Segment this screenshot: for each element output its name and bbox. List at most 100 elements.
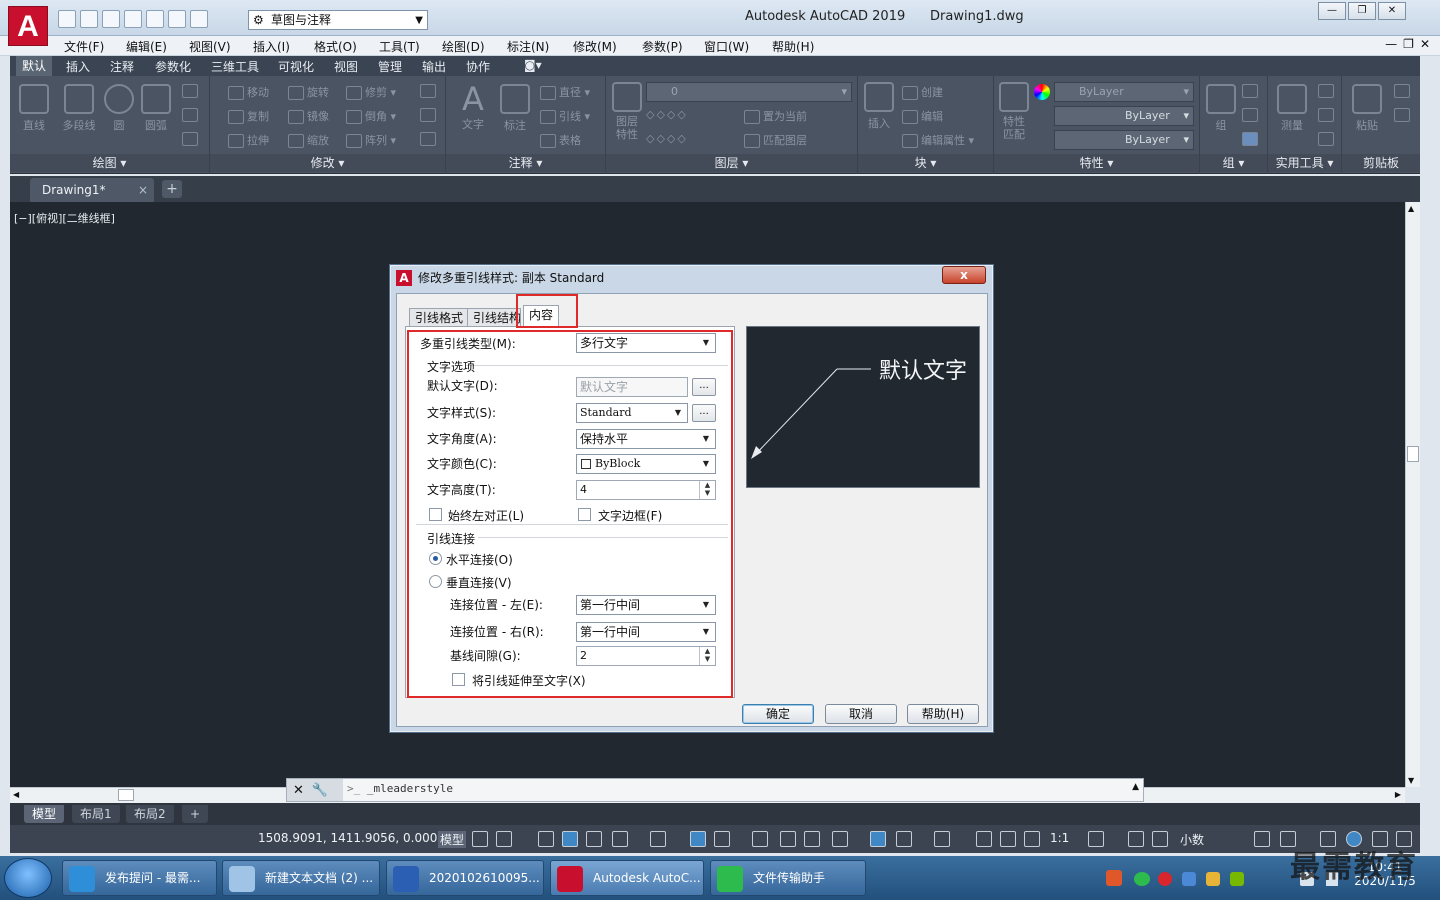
taskbar-item-browser[interactable]: 发布提问 - 最需... [62, 860, 217, 896]
workspace-select[interactable]: ⚙ 草图与注释 ▼ [248, 10, 428, 30]
match-layer-button[interactable]: 匹配图层 [744, 132, 807, 148]
panel-annotation-title[interactable]: 注释 ▾ [446, 154, 605, 172]
grid-icon[interactable] [472, 831, 488, 847]
viewport-controls[interactable]: [−][俯视][二维线框] [14, 210, 115, 226]
mirror-button[interactable]: 镜像 [288, 108, 329, 124]
tab-3d-tools[interactable]: 三维工具 [211, 58, 259, 75]
infer-icon[interactable] [538, 831, 554, 847]
annotation-monitor-icon[interactable] [1128, 831, 1144, 847]
menu-window[interactable]: 窗口(W) [704, 38, 749, 55]
polyline-button[interactable]: 多段线 [56, 84, 102, 133]
dynamic-input-icon[interactable] [562, 831, 578, 847]
tab-default[interactable]: 默认 [16, 56, 53, 76]
print-icon[interactable] [146, 10, 164, 28]
menu-file[interactable]: 文件(F) [64, 38, 104, 55]
layout-tab-layout1[interactable]: 布局1 [72, 805, 120, 823]
command-input[interactable]: >_ _mleaderstyle [347, 782, 453, 795]
scroll-up-icon[interactable]: ▲ [1408, 204, 1414, 213]
menu-tools[interactable]: 工具(T) [379, 38, 420, 55]
insert-block-button[interactable]: 插入 [862, 82, 896, 131]
tab-parametric[interactable]: 参数化 [155, 58, 191, 75]
text-button[interactable]: A 文字 [456, 82, 490, 132]
annotation-visibility-icon[interactable] [976, 831, 992, 847]
menu-draw[interactable]: 绘图(D) [442, 38, 485, 55]
ortho-icon[interactable] [586, 831, 602, 847]
nvidia-icon[interactable] [1230, 872, 1244, 886]
edit-attributes-button[interactable]: 编辑属性 ▾ [902, 132, 974, 148]
create-block-button[interactable]: 创建 [902, 84, 943, 100]
tab-leader-structure[interactable]: 引线结构 [467, 308, 521, 327]
color-combo[interactable]: ByLayer ▾ [1054, 82, 1194, 102]
layout-tab-model[interactable]: 模型 [24, 805, 65, 823]
ribbon-options-icon[interactable]: ◙▾ [524, 58, 542, 72]
maximize-button[interactable]: ❐ [1348, 2, 1376, 20]
quick-select-icon[interactable] [1318, 108, 1337, 122]
selection-filter-icon[interactable] [896, 831, 912, 847]
tab-leader-format[interactable]: 引线格式 [409, 308, 470, 327]
layer-tools-row2[interactable]: ◇◇◇◇ [646, 132, 688, 145]
menu-dimension[interactable]: 标注(N) [507, 38, 549, 55]
doc-tab-drawing1[interactable]: Drawing1* × [30, 178, 154, 202]
panel-modify-title[interactable]: 修改 ▾ [210, 154, 445, 172]
trim-button[interactable]: 修剪 ▾ [346, 84, 396, 100]
lineweight-combo[interactable]: ByLayer ▾ [1054, 130, 1194, 150]
edit-block-button[interactable]: 编辑 [902, 108, 943, 124]
move-button[interactable]: 移动 [228, 84, 269, 100]
minimize-button[interactable]: — [1318, 2, 1346, 20]
id-point-icon[interactable] [1318, 132, 1337, 146]
cut-icon[interactable] [1394, 84, 1413, 98]
units-icon[interactable] [1152, 831, 1168, 847]
calculator-icon[interactable] [1318, 84, 1337, 98]
coordinates-readout[interactable]: 1508.9091, 1411.9056, 0.0000 [258, 831, 445, 845]
redo-icon[interactable] [190, 10, 208, 28]
3d-osnap-icon[interactable] [832, 831, 848, 847]
horizontal-scroll-thumb[interactable] [118, 789, 134, 801]
offset-icon[interactable] [420, 132, 439, 146]
doc-tab-close-icon[interactable]: × [138, 178, 148, 202]
tab-visualize[interactable]: 可视化 [278, 58, 314, 75]
scale-readout[interactable]: 1:1 [1050, 831, 1069, 845]
menu-parametric[interactable]: 参数(P) [642, 38, 683, 55]
doc-minimize-button[interactable]: — [1385, 37, 1397, 51]
tab-annotate[interactable]: 注释 [110, 58, 134, 75]
menu-view[interactable]: 视图(V) [189, 38, 231, 55]
tab-output[interactable]: 输出 [422, 58, 446, 75]
fillet-button[interactable]: 倒角 ▾ [346, 108, 396, 124]
paste-button[interactable]: 粘贴 [1350, 84, 1384, 133]
explode-icon[interactable] [420, 108, 439, 122]
scale-button[interactable]: 缩放 [288, 132, 329, 148]
save-icon[interactable] [102, 10, 120, 28]
input-method-icon[interactable] [1106, 870, 1122, 886]
copy-clip-icon[interactable] [1394, 108, 1413, 122]
scroll-down-icon[interactable]: ▼ [1408, 776, 1414, 785]
taskbar-item-autocad[interactable]: Autodesk AutoC... [550, 860, 704, 896]
table-button[interactable]: 表格 [540, 132, 581, 148]
add-layout-button[interactable]: + [182, 805, 209, 823]
taskbar-item-word[interactable]: 2020102610095... [386, 860, 544, 896]
model-space-button[interactable]: 模型 [438, 831, 467, 848]
object-track-icon[interactable] [690, 831, 706, 847]
region-icon[interactable] [182, 132, 201, 146]
doc-close-button[interactable]: ✕ [1420, 37, 1430, 51]
menu-edit[interactable]: 编辑(E) [126, 38, 167, 55]
snap-icon[interactable] [496, 831, 512, 847]
menu-modify[interactable]: 修改(M) [573, 38, 617, 55]
tab-view[interactable]: 视图 [334, 58, 358, 75]
save-as-icon[interactable] [124, 10, 142, 28]
panel-groups-title[interactable]: 组 ▾ [1200, 154, 1267, 172]
workspace-gear-icon[interactable] [1088, 831, 1104, 847]
vertical-scroll-thumb[interactable] [1407, 446, 1419, 462]
circle-button[interactable]: 圆 [104, 84, 134, 133]
dynamic-ucs-icon[interactable] [870, 831, 886, 847]
leader-button[interactable]: 引线 ▾ [540, 108, 590, 124]
osnap-icon[interactable] [714, 831, 730, 847]
new-tab-button[interactable]: + [162, 180, 182, 198]
command-history-icon[interactable]: ▲ [1132, 782, 1139, 792]
open-file-icon[interactable] [80, 10, 98, 28]
group-button[interactable]: 组 [1204, 84, 1238, 133]
dimension-button[interactable]: 标注 [498, 84, 532, 133]
vertical-scrollbar[interactable]: ▲ ▼ [1405, 202, 1420, 787]
ok-button[interactable]: 确定 [742, 704, 814, 724]
linetype-combo[interactable]: ByLayer ▾ [1054, 106, 1194, 126]
menu-insert[interactable]: 插入(I) [253, 38, 290, 55]
